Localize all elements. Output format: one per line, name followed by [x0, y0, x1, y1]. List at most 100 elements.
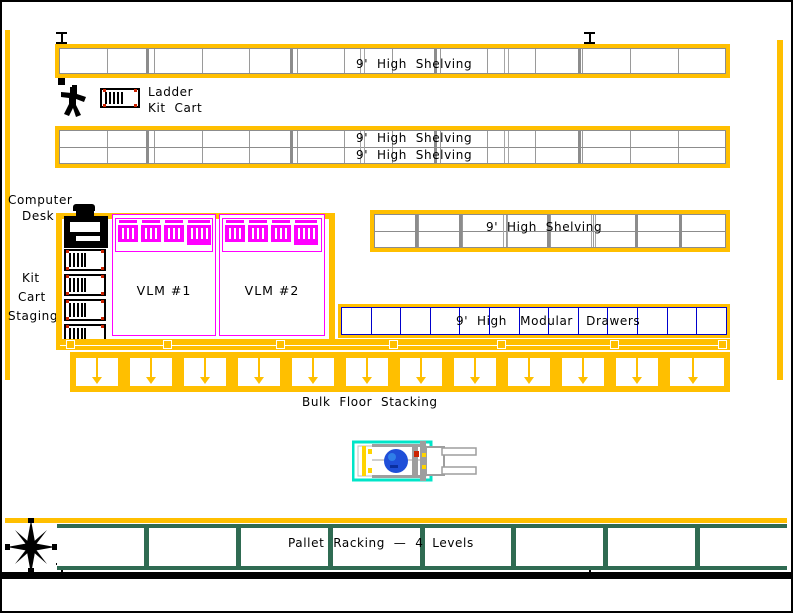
shelf-post — [504, 131, 509, 163]
shelf-bay — [677, 49, 726, 73]
kit-cart-staging-label-line2: Cart — [18, 290, 46, 304]
drawer-bay — [429, 308, 460, 334]
shelf-bay — [681, 231, 725, 247]
shelf-bay — [582, 131, 630, 147]
shelf-bay — [582, 147, 630, 163]
computer-desk-label-line1: Computer — [8, 193, 73, 207]
vlm-2-label: VLM #2 — [244, 283, 300, 298]
bulk-arrow — [420, 356, 422, 378]
bulk-arrow — [528, 356, 530, 378]
shelf-bay — [637, 215, 681, 231]
rail-joint-node — [497, 340, 506, 349]
ladder-icon — [60, 85, 88, 117]
shelf-post — [635, 215, 638, 247]
drawer-bay — [637, 308, 667, 334]
shelf-bay — [375, 232, 418, 248]
shelf-bay — [375, 215, 418, 231]
desk-monitor — [76, 210, 94, 219]
shelf-bay — [582, 49, 630, 73]
rack-bay — [603, 528, 695, 566]
bulk-arrow-head — [688, 377, 698, 384]
bulk-arrow-head — [470, 377, 480, 384]
border-left-black — [0, 0, 2, 613]
drawer-bay — [400, 308, 430, 334]
pallet-racking-label: Pallet Racking — 4 Levels — [288, 536, 474, 550]
bulk-arrow — [582, 356, 584, 378]
shelf-bay — [296, 147, 345, 163]
bulk-arrow-head — [146, 377, 156, 384]
shelf-bay — [534, 131, 583, 147]
shelf-bay — [487, 131, 535, 147]
shelving-label-second-row2: 9' High Shelving — [356, 148, 473, 162]
floor-plan-canvas: 9' High Shelving Ladder Kit Cart 9' High… — [0, 0, 793, 613]
shelf-post — [578, 131, 581, 163]
shelving-label-second-row1: 9' High Shelving — [356, 131, 473, 145]
vlm-bin — [271, 225, 291, 242]
bulk-floor-stacking-area — [70, 352, 730, 392]
vlm-unit-1: VLM #1 — [112, 214, 216, 336]
shelving-label-top: 9' High Shelving — [356, 57, 473, 71]
shelf-bay — [629, 49, 678, 73]
computer-desk-keyboard — [76, 236, 100, 241]
shelf-bay — [677, 147, 726, 163]
rail-joint-node — [610, 340, 619, 349]
bulk-arrow — [636, 356, 638, 378]
drawer-bay — [666, 308, 697, 334]
vlm-unit-2: VLM #2 — [219, 214, 325, 336]
shelf-bay — [534, 147, 583, 163]
vlm-bin — [164, 225, 184, 242]
kit-cart-staging-item — [64, 299, 106, 321]
bulk-arrow-head — [308, 377, 318, 384]
shelf-bay — [60, 49, 107, 73]
shelf-bay — [201, 131, 250, 147]
computer-desk-surface — [70, 222, 100, 232]
wall-bottom-yellow — [5, 518, 787, 523]
shelf-bay — [296, 49, 345, 73]
bulk-arrow — [692, 356, 694, 378]
shelf-bay — [201, 147, 250, 163]
wall-right — [777, 40, 783, 380]
bulk-floor-stacking-label: Bulk Floor Stacking — [302, 395, 438, 409]
rack-bay — [695, 528, 787, 566]
shelf-post — [415, 215, 418, 247]
shelf-post — [578, 49, 581, 73]
shelf-bay — [629, 147, 678, 163]
vlm-bin — [187, 225, 211, 245]
shelf-post — [290, 49, 293, 73]
bulk-arrow — [312, 356, 314, 378]
shelf-bay — [417, 231, 462, 247]
bulk-arrow-head — [254, 377, 264, 384]
shelf-bay — [677, 131, 726, 147]
bulk-arrow — [366, 356, 368, 378]
rail-joint-node — [66, 340, 75, 349]
shelf-bay — [629, 131, 678, 147]
rail-joint-node — [163, 340, 172, 349]
rail-joint-node — [718, 340, 727, 349]
shelf-bay — [534, 49, 583, 73]
vlm-bin — [294, 225, 318, 245]
shelf-bay — [417, 215, 462, 231]
bulk-arrow-head — [362, 377, 372, 384]
border-top-black — [0, 0, 793, 2]
shelf-post — [290, 131, 293, 163]
computer-desk-label-line2: Desk — [22, 209, 55, 223]
kit-cart-staging-item — [64, 274, 106, 296]
rail-joint-node — [389, 340, 398, 349]
shelf-bay — [201, 49, 250, 73]
compass-rose-icon — [5, 518, 57, 576]
shelf-post — [146, 131, 149, 163]
bulk-arrow — [150, 356, 152, 378]
rack-bay — [511, 528, 603, 566]
kit-cart-icon — [100, 88, 140, 108]
shelf-bay — [296, 131, 345, 147]
shelf-bay — [487, 147, 535, 163]
bulk-arrow-head — [200, 377, 210, 384]
vlm-1-label: VLM #1 — [136, 283, 192, 298]
kit-cart-staging-item — [64, 249, 106, 271]
bulk-arrow-head — [416, 377, 426, 384]
shelf-bay — [60, 131, 107, 147]
rail-joint-node — [276, 340, 285, 349]
rack-bay — [143, 528, 236, 566]
shelf-bay — [637, 231, 681, 247]
bulk-arrow-head — [632, 377, 642, 384]
